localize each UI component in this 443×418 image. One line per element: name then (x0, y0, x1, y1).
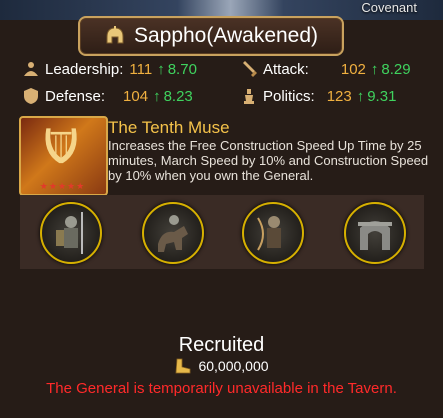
stat-defense: Defense: 104 ↑ 8.23 (22, 85, 193, 107)
star-icon: ★ (48, 181, 57, 191)
stat-bonus: 9.31 (367, 87, 397, 105)
skill-description: Increases the Free Construction Speed Up… (108, 138, 429, 183)
stat-label: Leadership: (45, 60, 124, 78)
troop-types-bar (20, 195, 424, 269)
skill-icon-frame[interactable]: ★ ★ ★ ★ ★ (19, 116, 108, 196)
leadership-icon (24, 62, 38, 76)
stat-label: Politics: (263, 87, 315, 105)
infantry-icon[interactable] (40, 202, 102, 264)
star-icon: ★ (67, 181, 76, 191)
stat-value: 104 (123, 87, 149, 105)
stat-bonus: 8.29 (381, 60, 411, 78)
stat-value: 102 (340, 60, 366, 78)
star-icon: ★ (57, 181, 67, 191)
stat-politics: Politics: 123 ↑ 9.31 (240, 85, 396, 107)
stat-leadership: Leadership: 111 ↑ 8.70 (22, 58, 197, 80)
recruit-status: Recruited (178, 334, 265, 356)
up-arrow-icon: ↑ (153, 87, 161, 105)
general-title-banner: Sappho(Awakened) (78, 16, 344, 56)
cost-amount: 60,000,000 (198, 358, 269, 374)
stat-attack: Attack: 102 ↑ 8.29 (240, 58, 411, 80)
helmet-icon (106, 26, 124, 44)
recruit-cost: 60,000,000 (0, 358, 443, 374)
sword-icon (243, 61, 257, 77)
star-icon: ★ (39, 181, 48, 191)
star-icon: ★ (76, 181, 85, 191)
skill-star-rating: ★ ★ ★ ★ ★ (24, 181, 100, 192)
stat-value: 123 (326, 87, 352, 105)
stat-value: 111 (129, 60, 153, 78)
stat-bonus: 8.70 (167, 60, 197, 78)
cavalry-icon[interactable] (142, 202, 204, 264)
stat-bonus: 8.23 (163, 87, 193, 105)
boot-icon (176, 358, 191, 374)
lyre-icon (45, 128, 77, 164)
chess-icon (244, 89, 254, 104)
general-name: Sappho(Awakened) (133, 24, 319, 47)
skill-title: The Tenth Muse (108, 118, 230, 137)
covenant-label: Covenant (361, 0, 417, 15)
shield-icon (24, 88, 38, 104)
stat-label: Attack: (263, 60, 309, 78)
tavern-warning: The General is temporarily unavailable i… (46, 380, 397, 397)
up-arrow-icon: ↑ (157, 60, 165, 78)
stat-label: Defense: (45, 87, 106, 105)
archer-icon[interactable] (242, 202, 304, 264)
stats-panel: Leadership: 111 ↑ 8.70 Attack: 102 ↑ 8.2… (0, 58, 443, 108)
up-arrow-icon: ↑ (370, 60, 379, 78)
up-arrow-icon: ↑ (356, 87, 365, 105)
siege-icon[interactable] (344, 202, 406, 264)
